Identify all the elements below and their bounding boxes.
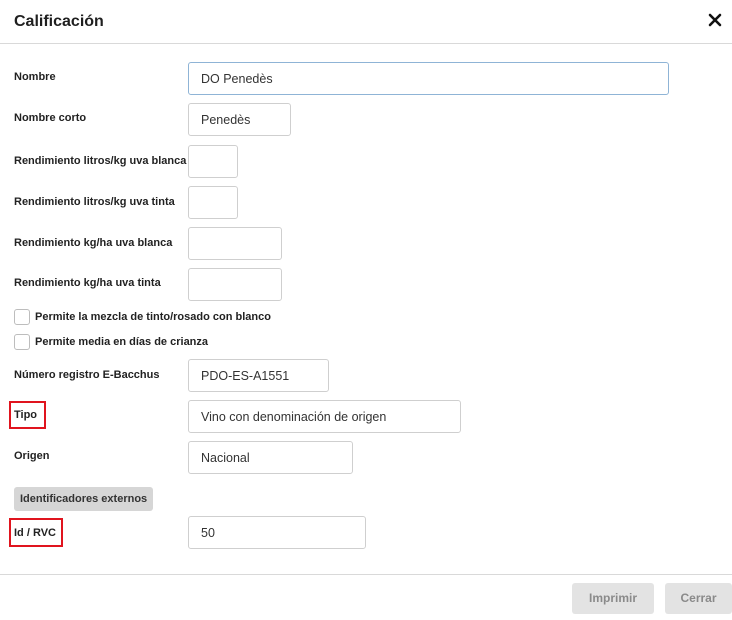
id-rvc-input[interactable] (188, 516, 366, 549)
close-icon[interactable] (706, 11, 724, 29)
id-rvc-label: Id / RVC (14, 527, 56, 539)
rend-kg-tinta-label: Rendimiento kg/ha uva tinta (14, 277, 161, 289)
nombre-label: Nombre (14, 71, 56, 83)
media-checkbox-row[interactable]: Permite media en días de crianza (14, 333, 208, 351)
close-button[interactable]: Cerrar (665, 583, 732, 614)
nombre-corto-label: Nombre corto (14, 112, 87, 124)
rend-litros-tinta-label: Rendimiento litros/kg uva tinta (14, 196, 175, 208)
tipo-label: Tipo (14, 409, 38, 421)
rend-litros-tinta-input[interactable] (188, 186, 238, 219)
rend-kg-blanca-label: Rendimiento kg/ha uva blanca (14, 237, 173, 249)
media-checkbox-label: Permite media en días de crianza (35, 336, 209, 348)
nombre-input[interactable] (188, 62, 669, 95)
origen-label: Origen (14, 450, 50, 462)
dialog-title: Calificación (14, 13, 104, 30)
print-button[interactable]: Imprimir (572, 583, 654, 614)
mezcla-checkbox[interactable] (14, 309, 30, 325)
registro-input[interactable] (188, 359, 329, 392)
media-checkbox[interactable] (14, 334, 30, 350)
dialog-header: Calificación (0, 0, 732, 44)
rend-litros-blanca-label: Rendimiento litros/kg uva blanca (14, 155, 187, 167)
rend-kg-blanca-input[interactable] (188, 227, 282, 260)
nombre-corto-input[interactable] (188, 103, 291, 136)
origen-input[interactable] (188, 441, 353, 474)
rend-litros-blanca-input[interactable] (188, 145, 238, 178)
mezcla-checkbox-label: Permite la mezcla de tinto/rosado con bl… (35, 311, 271, 323)
rend-kg-tinta-input[interactable] (188, 268, 282, 301)
mezcla-checkbox-row[interactable]: Permite la mezcla de tinto/rosado con bl… (14, 308, 271, 326)
identificadores-externos-section[interactable]: Identificadores externos (14, 487, 154, 511)
tipo-input[interactable] (188, 400, 461, 433)
registro-label: Número registro E-Bacchus (14, 369, 160, 381)
